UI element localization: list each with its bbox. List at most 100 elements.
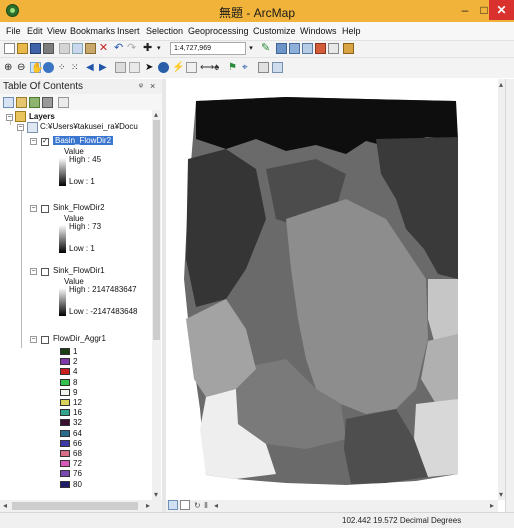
map-scroll-left-icon[interactable]: ◂ xyxy=(214,501,218,510)
legend-swatch-8[interactable] xyxy=(60,378,70,386)
close-button[interactable]: ✕ xyxy=(489,0,514,20)
layer-sink-flowdir2-name[interactable]: Sink_FlowDir2 xyxy=(53,203,105,212)
menu-file[interactable]: File xyxy=(6,26,21,36)
menu-geoprocessing[interactable]: Geoprocessing xyxy=(188,26,249,36)
legend-swatch-72[interactable] xyxy=(60,460,70,468)
raster-map[interactable] xyxy=(166,79,498,500)
legend-swatch-2[interactable] xyxy=(60,358,70,366)
new-document-icon[interactable] xyxy=(4,43,15,54)
layer-flowdir-aggr1-toggle[interactable]: − xyxy=(30,336,37,343)
list-by-drawing-order-icon[interactable] xyxy=(3,97,14,108)
refresh-view-icon[interactable]: ↻ xyxy=(194,501,201,510)
layer-basin-flowdir2-name[interactable]: Basin_FlowDir2 xyxy=(53,136,114,145)
create-viewer-window-icon[interactable] xyxy=(272,62,283,73)
map-scroll-down-icon[interactable]: ▾ xyxy=(499,490,503,499)
list-by-visibility-icon[interactable] xyxy=(29,97,40,108)
legend-swatch-76[interactable] xyxy=(60,470,70,478)
go-to-xy-icon[interactable]: ⌖ xyxy=(242,62,253,73)
python-window-icon[interactable] xyxy=(343,43,354,54)
select-features-icon[interactable] xyxy=(115,62,126,73)
menu-view[interactable]: View xyxy=(47,26,66,36)
legend-swatch-9[interactable] xyxy=(60,388,70,396)
legend-swatch-80[interactable] xyxy=(60,480,70,488)
toc-scroll-down-icon[interactable]: ▾ xyxy=(154,490,158,499)
toc-autohide-pin-icon[interactable]: ᵠ xyxy=(139,81,143,91)
layer-sink-flowdir1-toggle[interactable]: − xyxy=(30,268,37,275)
paste-icon[interactable] xyxy=(85,43,96,54)
find-icon[interactable]: ♠ xyxy=(214,62,225,73)
menu-customize[interactable]: Customize xyxy=(253,26,296,36)
toc-horizontal-scroll-thumb[interactable] xyxy=(12,502,138,510)
menu-bookmarks[interactable]: Bookmarks xyxy=(70,26,115,36)
toc-scroll-up-icon[interactable]: ▴ xyxy=(154,110,158,119)
legend-swatch-12[interactable] xyxy=(60,399,70,406)
source-folder-path[interactable]: C:¥Users¥takusei_ra¥Docu xyxy=(40,122,138,131)
data-view-icon[interactable] xyxy=(168,500,178,510)
menu-edit[interactable]: Edit xyxy=(27,26,43,36)
legend-swatch-16[interactable] xyxy=(60,409,70,417)
map-scroll-up-icon[interactable]: ▴ xyxy=(499,80,503,89)
layer-sink-flowdir2-checkbox[interactable] xyxy=(41,205,49,213)
legend-swatch-66[interactable] xyxy=(60,439,70,447)
full-extent-icon[interactable] xyxy=(43,62,54,73)
clear-selection-icon[interactable] xyxy=(129,62,140,73)
layer-sink-flowdir2-toggle[interactable]: − xyxy=(30,205,37,212)
table-of-contents-icon[interactable] xyxy=(289,43,300,54)
zoom-out-icon[interactable]: ⊖ xyxy=(17,62,28,73)
layers-data-frame-label[interactable]: Layers xyxy=(29,112,55,121)
pause-drawing-icon[interactable]: Ⅱ xyxy=(204,501,208,510)
layer-basin-flowdir2-toggle[interactable]: − xyxy=(30,138,37,145)
fixed-zoom-out-icon[interactable]: ⁙ xyxy=(71,62,82,73)
legend-swatch-4[interactable] xyxy=(60,368,70,376)
source-folder-collapse-toggle[interactable]: − xyxy=(17,124,24,131)
list-by-selection-icon[interactable] xyxy=(42,97,53,108)
undo-icon[interactable]: ↶ xyxy=(114,43,125,54)
legend-swatch-32[interactable] xyxy=(60,419,70,427)
time-slider-icon[interactable] xyxy=(258,62,269,73)
search-window-icon[interactable] xyxy=(315,43,326,54)
toc-scroll-left-icon[interactable]: ◂ xyxy=(3,501,7,510)
identify-window-icon[interactable] xyxy=(276,43,287,54)
identify-icon[interactable] xyxy=(158,62,169,73)
toc-close-icon[interactable]: × xyxy=(150,81,155,91)
layer-flowdir-aggr1-checkbox[interactable] xyxy=(41,336,49,344)
hyperlink-icon[interactable]: ⚡ xyxy=(172,62,184,73)
right-dock-strip[interactable] xyxy=(505,79,514,528)
zoom-in-icon[interactable]: ⊕ xyxy=(4,62,15,73)
layer-sink-flowdir1-checkbox[interactable] xyxy=(41,268,49,276)
arctoolbox-icon[interactable] xyxy=(328,43,339,54)
select-elements-icon[interactable]: ➤ xyxy=(145,62,156,73)
find-route-icon[interactable]: ⚑ xyxy=(228,62,239,73)
fixed-zoom-in-icon[interactable]: ⁘ xyxy=(58,62,69,73)
toc-options-icon[interactable] xyxy=(58,97,69,108)
html-popup-icon[interactable] xyxy=(186,62,197,73)
add-data-icon[interactable]: ✚ xyxy=(143,43,154,54)
delete-icon[interactable]: ✕ xyxy=(98,43,109,54)
map-scale-input[interactable]: 1:4,727,969 xyxy=(170,42,246,55)
open-folder-icon[interactable] xyxy=(17,43,28,54)
layer-flowdir-aggr1-name[interactable]: FlowDir_Aggr1 xyxy=(53,334,106,343)
map-vertical-scrollbar[interactable] xyxy=(498,79,505,500)
legend-swatch-64[interactable] xyxy=(60,429,70,437)
menu-windows[interactable]: Windows xyxy=(300,26,337,36)
menu-help[interactable]: Help xyxy=(342,26,361,36)
save-icon[interactable] xyxy=(30,43,41,54)
legend-swatch-68[interactable] xyxy=(60,450,70,457)
print-icon[interactable] xyxy=(43,43,54,54)
toc-scroll-right-icon[interactable]: ▸ xyxy=(146,501,150,510)
layout-view-icon[interactable] xyxy=(180,500,190,510)
scale-dropdown-icon[interactable]: ▾ xyxy=(246,42,256,55)
editor-toolbar-icon[interactable]: ✎ xyxy=(261,43,272,54)
cut-icon[interactable] xyxy=(59,43,70,54)
menu-insert[interactable]: Insert xyxy=(117,26,140,36)
copy-icon[interactable] xyxy=(72,43,83,54)
menu-selection[interactable]: Selection xyxy=(146,26,183,36)
layers-collapse-toggle[interactable]: − xyxy=(6,114,13,121)
measure-icon[interactable]: ⟷ xyxy=(200,62,214,73)
add-data-dropdown-icon[interactable]: ▾ xyxy=(157,43,168,54)
map-scroll-right-icon[interactable]: ▸ xyxy=(490,501,494,510)
pan-icon[interactable]: ✋ xyxy=(30,62,43,74)
forward-extent-icon[interactable]: ▶ xyxy=(99,62,110,73)
minimize-button[interactable]: – xyxy=(455,0,475,20)
back-extent-icon[interactable]: ◀ xyxy=(86,62,97,73)
